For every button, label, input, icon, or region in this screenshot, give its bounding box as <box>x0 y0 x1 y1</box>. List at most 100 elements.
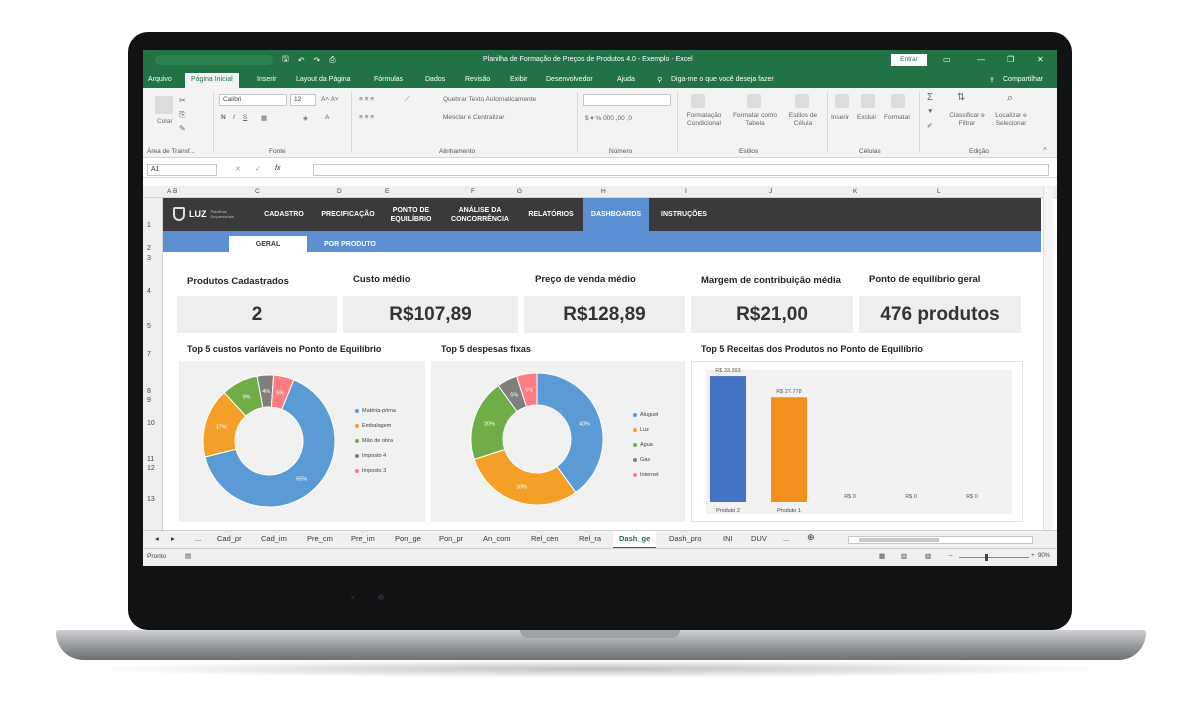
ribbon-options-icon[interactable]: ▭ <box>943 55 951 64</box>
zoom-out-icon[interactable]: – <box>949 552 953 559</box>
column-header[interactable]: J <box>769 188 772 195</box>
row-header[interactable]: 12 <box>147 465 155 472</box>
next-sheet-icon[interactable]: ▸ <box>171 534 175 543</box>
row-header[interactable]: 2 <box>147 245 151 252</box>
row-header[interactable]: 7 <box>147 351 151 358</box>
column-header[interactable]: G <box>517 188 522 195</box>
save-icon[interactable]: 🖫 <box>282 53 289 67</box>
row-header[interactable]: 4 <box>147 288 151 295</box>
tab-desenvolvedor[interactable]: Desenvolvedor <box>546 76 593 83</box>
row-header[interactable]: 9 <box>147 397 151 404</box>
fill-icon[interactable]: ▼ <box>927 108 933 115</box>
row-header[interactable]: 11 <box>147 456 154 463</box>
grow-font-icon[interactable]: A˄ A˅ <box>321 96 339 103</box>
paste-icon[interactable] <box>155 96 173 114</box>
autosave-toggle[interactable] <box>155 55 273 65</box>
maximize-icon[interactable]: ❐ <box>1007 55 1014 64</box>
nav-analise-concorrencia[interactable]: ANÁLISE DA CONCORRÊNCIA <box>441 198 519 231</box>
column-header[interactable]: C <box>255 188 260 195</box>
tab-pagina-inicial[interactable]: Página Inicial <box>185 73 239 88</box>
copy-icon[interactable]: ⎘ <box>179 110 185 120</box>
row-header[interactable]: 8 <box>147 388 151 395</box>
horizontal-scrollbar[interactable] <box>848 536 1033 544</box>
column-header[interactable]: I <box>685 188 687 195</box>
nav-instrucoes[interactable]: INSTRUÇÕES <box>649 198 719 231</box>
column-header[interactable]: L <box>937 188 941 195</box>
fill-color-icon[interactable]: ◈ <box>303 114 308 122</box>
conditional-format-icon[interactable] <box>691 94 705 108</box>
formula-input[interactable] <box>313 164 1049 176</box>
row-header[interactable]: 5 <box>147 323 151 330</box>
tell-me-box[interactable]: Diga-me o que você deseja fazer <box>671 76 774 83</box>
wrap-text-button[interactable]: Quebrar Texto Automaticamente <box>443 96 536 103</box>
column-header[interactable]: D <box>337 188 342 195</box>
sheet-tab-active[interactable]: Dash_ge <box>613 531 657 549</box>
page-layout-icon[interactable]: ▥ <box>901 552 907 560</box>
row-header[interactable]: 3 <box>147 255 151 262</box>
insert-cells-icon[interactable] <box>835 94 849 108</box>
format-cells-button[interactable]: Formatar <box>884 114 910 121</box>
sheet-tab[interactable]: Pre_im <box>351 534 375 543</box>
tab-formulas[interactable]: Fórmulas <box>374 76 403 83</box>
column-header[interactable]: B <box>173 188 177 195</box>
redo-icon[interactable]: ↷ <box>314 56 321 65</box>
sheet-tab[interactable]: INI <box>723 534 733 543</box>
cut-icon[interactable]: ✂ <box>179 96 186 105</box>
undo-icon[interactable]: ↶ <box>298 56 305 65</box>
italic-icon[interactable]: I <box>233 114 235 121</box>
column-header[interactable]: F <box>471 188 475 195</box>
share-icon[interactable]: ⇪ <box>989 76 995 84</box>
scroll-thumb[interactable] <box>859 538 939 542</box>
find-select-button[interactable]: Localizar e Selecionar <box>989 112 1033 128</box>
align-left-icon[interactable]: ≡ ≡ ≡ <box>359 114 374 121</box>
sheet-tab[interactable]: Dash_pro <box>669 534 702 543</box>
macro-record-icon[interactable]: ▤ <box>185 552 191 560</box>
nav-dashboards[interactable]: DASHBOARDS <box>583 198 649 231</box>
sheet-tab[interactable]: Cad_pr <box>217 534 242 543</box>
cell-styles-button[interactable]: Estilos de Célula <box>783 112 823 128</box>
confirm-entry-icon[interactable]: ✓ <box>255 165 261 173</box>
format-painter-icon[interactable]: ✎ <box>179 124 186 133</box>
sign-in-button[interactable]: Entrar <box>891 54 927 66</box>
collapse-ribbon-icon[interactable]: ˄ <box>1043 146 1047 153</box>
column-header[interactable]: H <box>601 188 606 195</box>
bold-icon[interactable]: N <box>221 114 226 121</box>
page-break-icon[interactable]: ▧ <box>925 552 931 560</box>
number-format-select[interactable] <box>583 94 671 106</box>
prev-sheet-icon[interactable]: ◂ <box>155 534 159 543</box>
tab-layout[interactable]: Layout da Página <box>296 76 351 83</box>
column-header[interactable]: K <box>853 188 857 195</box>
find-icon[interactable]: ⌕ <box>1007 92 1013 105</box>
delete-cells-button[interactable]: Excluir <box>857 114 877 121</box>
sheet-tab[interactable]: Rel_ra <box>579 534 601 543</box>
subtab-geral[interactable]: GERAL <box>229 236 307 252</box>
close-icon[interactable]: ✕ <box>1037 55 1044 64</box>
sheet-tab[interactable]: Pon_pr <box>439 534 463 543</box>
sheet-tab[interactable]: ... <box>195 534 201 543</box>
zoom-in-icon[interactable]: + <box>1031 552 1035 559</box>
sheet-tab[interactable]: ... <box>783 534 789 543</box>
nav-precificacao[interactable]: PRECIFICAÇÃO <box>315 198 381 231</box>
format-cells-icon[interactable] <box>891 94 905 108</box>
print-preview-icon[interactable]: ⎙ <box>329 55 335 65</box>
column-header[interactable]: A <box>167 188 171 195</box>
tab-arquivo[interactable]: Arquivo <box>148 76 172 83</box>
sort-filter-icon[interactable]: ⇅ <box>957 92 965 103</box>
tab-exibir[interactable]: Exibir <box>510 76 528 83</box>
insert-cells-button[interactable]: Inserir <box>831 114 849 121</box>
sheet-tab[interactable]: Cad_im <box>261 534 287 543</box>
zoom-slider[interactable] <box>959 557 1029 558</box>
nav-cadastro[interactable]: CADASTRO <box>253 198 315 231</box>
sheet-tab[interactable]: Rel_cen <box>531 534 559 543</box>
minimize-icon[interactable]: — <box>977 55 985 64</box>
conditional-format-button[interactable]: Formatação Condicional <box>679 112 729 128</box>
merge-center-button[interactable]: Mesclar e Centralizar <box>443 114 504 121</box>
nav-ponto-equilibrio[interactable]: PONTO DE EQUILÍBRIO <box>381 198 441 231</box>
font-size-select[interactable]: 12 <box>290 94 316 106</box>
tab-revisao[interactable]: Revisão <box>465 76 490 83</box>
add-sheet-icon[interactable]: ⊕ <box>807 532 815 543</box>
delete-cells-icon[interactable] <box>861 94 875 108</box>
cancel-entry-icon[interactable]: ✕ <box>235 165 241 173</box>
borders-icon[interactable]: ▦ <box>261 114 267 122</box>
sheet-tab[interactable]: An_com <box>483 534 511 543</box>
